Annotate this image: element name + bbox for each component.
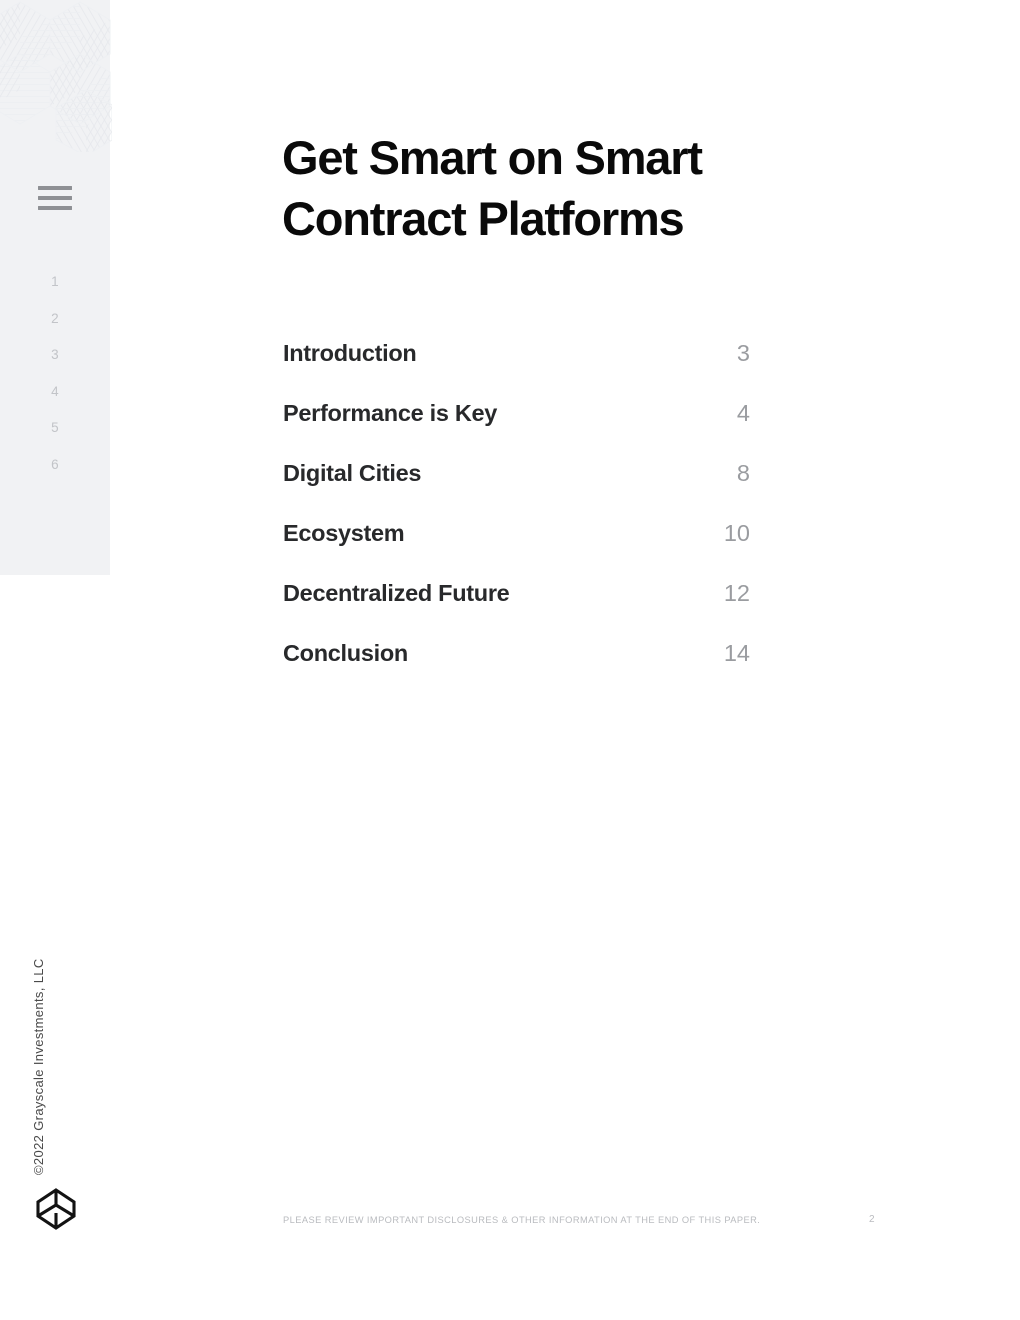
footer-disclosure-text: PLEASE REVIEW IMPORTANT DISCLOSURES & OT… [283,1215,761,1225]
sidebar-index-item-4[interactable]: 4 [0,374,110,411]
toc-entry-ecosystem[interactable]: Ecosystem 10 [283,520,750,580]
toc-entry-label: Conclusion [283,640,408,666]
hamburger-bar-1 [38,186,72,190]
toc-entry-digital-cities[interactable]: Digital Cities 8 [283,460,750,520]
toc-entry-decentralized-future[interactable]: Decentralized Future 12 [283,580,750,640]
page-title-line-1: Get Smart on Smart [282,131,703,185]
toc-entry-introduction[interactable]: Introduction 3 [283,340,750,400]
footer-page-number: 2 [869,1214,875,1225]
sidebar-index-item-3[interactable]: 3 [0,337,110,374]
toc-entry-page-number: 4 [736,400,750,426]
page-title-line-2: Contract Platforms [282,192,685,246]
sidebar-page-index: 1 2 3 4 5 6 [0,264,110,483]
sidebar-index-item-2[interactable]: 2 [0,301,110,338]
toc-entry-performance-is-key[interactable]: Performance is Key 4 [283,400,750,460]
table-of-contents: Introduction 3 Performance is Key 4 Digi… [283,340,750,700]
copyright-notice: ©2022 Grayscale Investments, LLC [31,958,46,1175]
hamburger-bar-2 [38,196,72,200]
toc-entry-page-number: 8 [736,460,750,486]
toc-entry-label: Digital Cities [283,460,422,486]
hamburger-menu-icon[interactable] [38,186,72,212]
toc-entry-label: Decentralized Future [283,580,510,606]
toc-entry-page-number: 12 [723,580,750,606]
hamburger-bar-3 [38,206,72,210]
page-title: Get Smart on Smart Contract Platforms [282,127,902,249]
toc-entry-label: Performance is Key [283,400,498,426]
sidebar-index-item-5[interactable]: 5 [0,410,110,447]
grayscale-logo [33,1186,79,1232]
sidebar-index-item-1[interactable]: 1 [0,264,110,301]
toc-entry-label: Introduction [283,340,417,366]
toc-entry-page-number: 3 [736,340,750,366]
sidebar-index-item-6[interactable]: 6 [0,447,110,484]
toc-entry-label: Ecosystem [283,520,405,546]
toc-entry-page-number: 14 [723,640,750,666]
toc-entry-conclusion[interactable]: Conclusion 14 [283,640,750,700]
toc-entry-page-number: 10 [723,520,750,546]
